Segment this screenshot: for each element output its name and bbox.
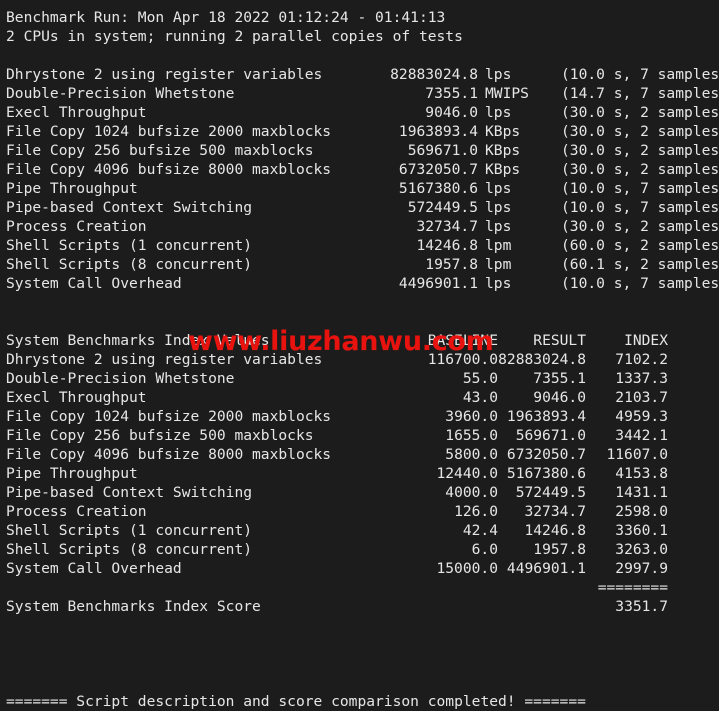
- index-row-index: 2598.0: [615, 503, 668, 520]
- raw-result-unit: lpm: [485, 256, 512, 273]
- raw-result-value: 6732050.7: [398, 161, 478, 178]
- raw-result-value: 1963893.4: [398, 123, 478, 140]
- raw-result-row: Shell Scripts (8 concurrent) 1957.8 lpm …: [0, 255, 719, 274]
- index-row-index: 3442.1: [615, 427, 668, 444]
- raw-result-unit: lps: [485, 104, 512, 121]
- index-table-block: System Benchmarks Index Values BASELINE …: [0, 331, 719, 616]
- raw-result-row: Pipe-based Context Switching 572449.5 lp…: [0, 198, 719, 217]
- index-row-index: 3360.1: [615, 522, 668, 539]
- index-row-index: 3263.0: [615, 541, 668, 558]
- index-table-row: System Call Overhead 15000.0 4496901.1 2…: [0, 559, 719, 578]
- raw-result-samples: (10.0 s, 7 samples): [561, 275, 719, 292]
- index-table-row: Shell Scripts (1 concurrent) 42.4 14246.…: [0, 521, 719, 540]
- column-header-index: INDEX: [624, 332, 668, 349]
- raw-result-samples: (30.0 s, 2 samples): [561, 218, 719, 235]
- raw-result-samples: (60.0 s, 2 samples): [561, 237, 719, 254]
- index-row-index: 1337.3: [615, 370, 668, 387]
- raw-result-unit: MWIPS: [485, 85, 529, 102]
- index-table-row: File Copy 256 bufsize 500 maxblocks 1655…: [0, 426, 719, 445]
- index-table-row: Execl Throughput 43.0 9046.0 2103.7: [0, 388, 719, 407]
- index-row-index: 11607.0: [606, 446, 668, 463]
- index-score-row: System Benchmarks Index Score 3351.7: [0, 597, 719, 616]
- index-row-index: 4153.8: [615, 465, 668, 482]
- raw-result-unit: lpm: [485, 237, 512, 254]
- raw-result-row: Double-Precision Whetstone 7355.1 MWIPS …: [0, 84, 719, 103]
- index-table-row: Pipe-based Context Switching 4000.0 5724…: [0, 483, 719, 502]
- raw-result-value: 82883024.8: [390, 66, 478, 83]
- raw-result-unit: lps: [485, 180, 512, 197]
- raw-result-samples: (30.0 s, 2 samples): [561, 161, 719, 178]
- raw-result-row: Dhrystone 2 using register variables 828…: [0, 65, 719, 84]
- raw-result-value: 569671.0: [407, 142, 478, 159]
- raw-result-value: 4496901.1: [398, 275, 478, 292]
- benchmark-run-line: Benchmark Run: Mon Apr 18 2022 01:12:24 …: [6, 9, 446, 26]
- score-rule: ========: [597, 579, 668, 596]
- top-separator: ----------------------------------------…: [6, 0, 639, 8]
- index-row-index: 2997.9: [615, 560, 668, 577]
- index-table-row: File Copy 4096 bufsize 8000 maxblocks 58…: [0, 445, 719, 464]
- raw-result-row: Execl Throughput 9046.0 lps (30.0 s, 2 s…: [0, 103, 719, 122]
- index-row-index: 4959.3: [615, 408, 668, 425]
- raw-result-samples: (30.0 s, 2 samples): [561, 104, 719, 121]
- index-row-index: 7102.2: [615, 351, 668, 368]
- index-table-row: File Copy 1024 bufsize 2000 maxblocks 39…: [0, 407, 719, 426]
- raw-result-value: 9046.0: [425, 104, 478, 121]
- raw-result-value: 7355.1: [425, 85, 478, 102]
- index-table-row: Pipe Throughput 12440.0 5167380.6 4153.8: [0, 464, 719, 483]
- raw-result-value: 1957.8: [425, 256, 478, 273]
- raw-result-samples: (14.7 s, 7 samples): [561, 85, 719, 102]
- raw-result-samples: (10.0 s, 7 samples): [561, 66, 719, 83]
- raw-result-unit: KBps: [485, 142, 521, 159]
- top-separator-clip: ----------------------------------------…: [0, 0, 719, 8]
- index-table-row: Shell Scripts (8 concurrent) 6.0 1957.8 …: [0, 540, 719, 559]
- terminal-window: ----------------------------------------…: [0, 0, 719, 710]
- raw-result-value: 572449.5: [407, 199, 478, 216]
- index-table-row: Process Creation 126.0 32734.7 2598.0: [0, 502, 719, 521]
- index-row-index: 2103.7: [615, 389, 668, 406]
- raw-result-samples: (30.0 s, 2 samples): [561, 142, 719, 159]
- raw-result-unit: lps: [485, 66, 512, 83]
- raw-result-row: File Copy 256 bufsize 500 maxblocks 5696…: [0, 141, 719, 160]
- raw-result-samples: (10.0 s, 7 samples): [561, 180, 719, 197]
- raw-result-row: Pipe Throughput 5167380.6 lps (10.0 s, 7…: [0, 179, 719, 198]
- raw-result-samples: (60.1 s, 2 samples): [561, 256, 719, 273]
- raw-result-value: 32734.7: [416, 218, 478, 235]
- index-table-row: Double-Precision Whetstone 55.0 7355.1 1…: [0, 369, 719, 388]
- raw-result-unit: lps: [485, 218, 512, 235]
- raw-result-row: File Copy 1024 bufsize 2000 maxblocks 19…: [0, 122, 719, 141]
- raw-result-value: 14246.8: [416, 237, 478, 254]
- index-score-value: 3351.7: [615, 598, 668, 615]
- cpu-info-line: 2 CPUs in system; running 2 parallel cop…: [6, 28, 463, 45]
- completion-footer: ======= Script description and score com…: [6, 693, 586, 710]
- raw-result-value: 5167380.6: [398, 180, 478, 197]
- raw-result-row: System Call Overhead 4496901.1 lps (10.0…: [0, 274, 719, 293]
- index-table-header-row: System Benchmarks Index Values BASELINE …: [0, 331, 719, 350]
- raw-result-samples: (10.0 s, 7 samples): [561, 199, 719, 216]
- raw-result-unit: KBps: [485, 161, 521, 178]
- raw-result-samples: (30.0 s, 2 samples): [561, 123, 719, 140]
- index-table-row: Dhrystone 2 using register variables 116…: [0, 350, 719, 369]
- index-row-index: 1431.1: [615, 484, 668, 501]
- raw-result-row: File Copy 4096 bufsize 8000 maxblocks 67…: [0, 160, 719, 179]
- raw-result-unit: lps: [485, 275, 512, 292]
- score-rule-row: ========: [0, 578, 719, 597]
- raw-result-row: Process Creation 32734.7 lps (30.0 s, 2 …: [0, 217, 719, 236]
- raw-results-block: Dhrystone 2 using register variables 828…: [0, 65, 719, 293]
- raw-result-unit: lps: [485, 199, 512, 216]
- raw-result-row: Shell Scripts (1 concurrent) 14246.8 lpm…: [0, 236, 719, 255]
- raw-result-unit: KBps: [485, 123, 521, 140]
